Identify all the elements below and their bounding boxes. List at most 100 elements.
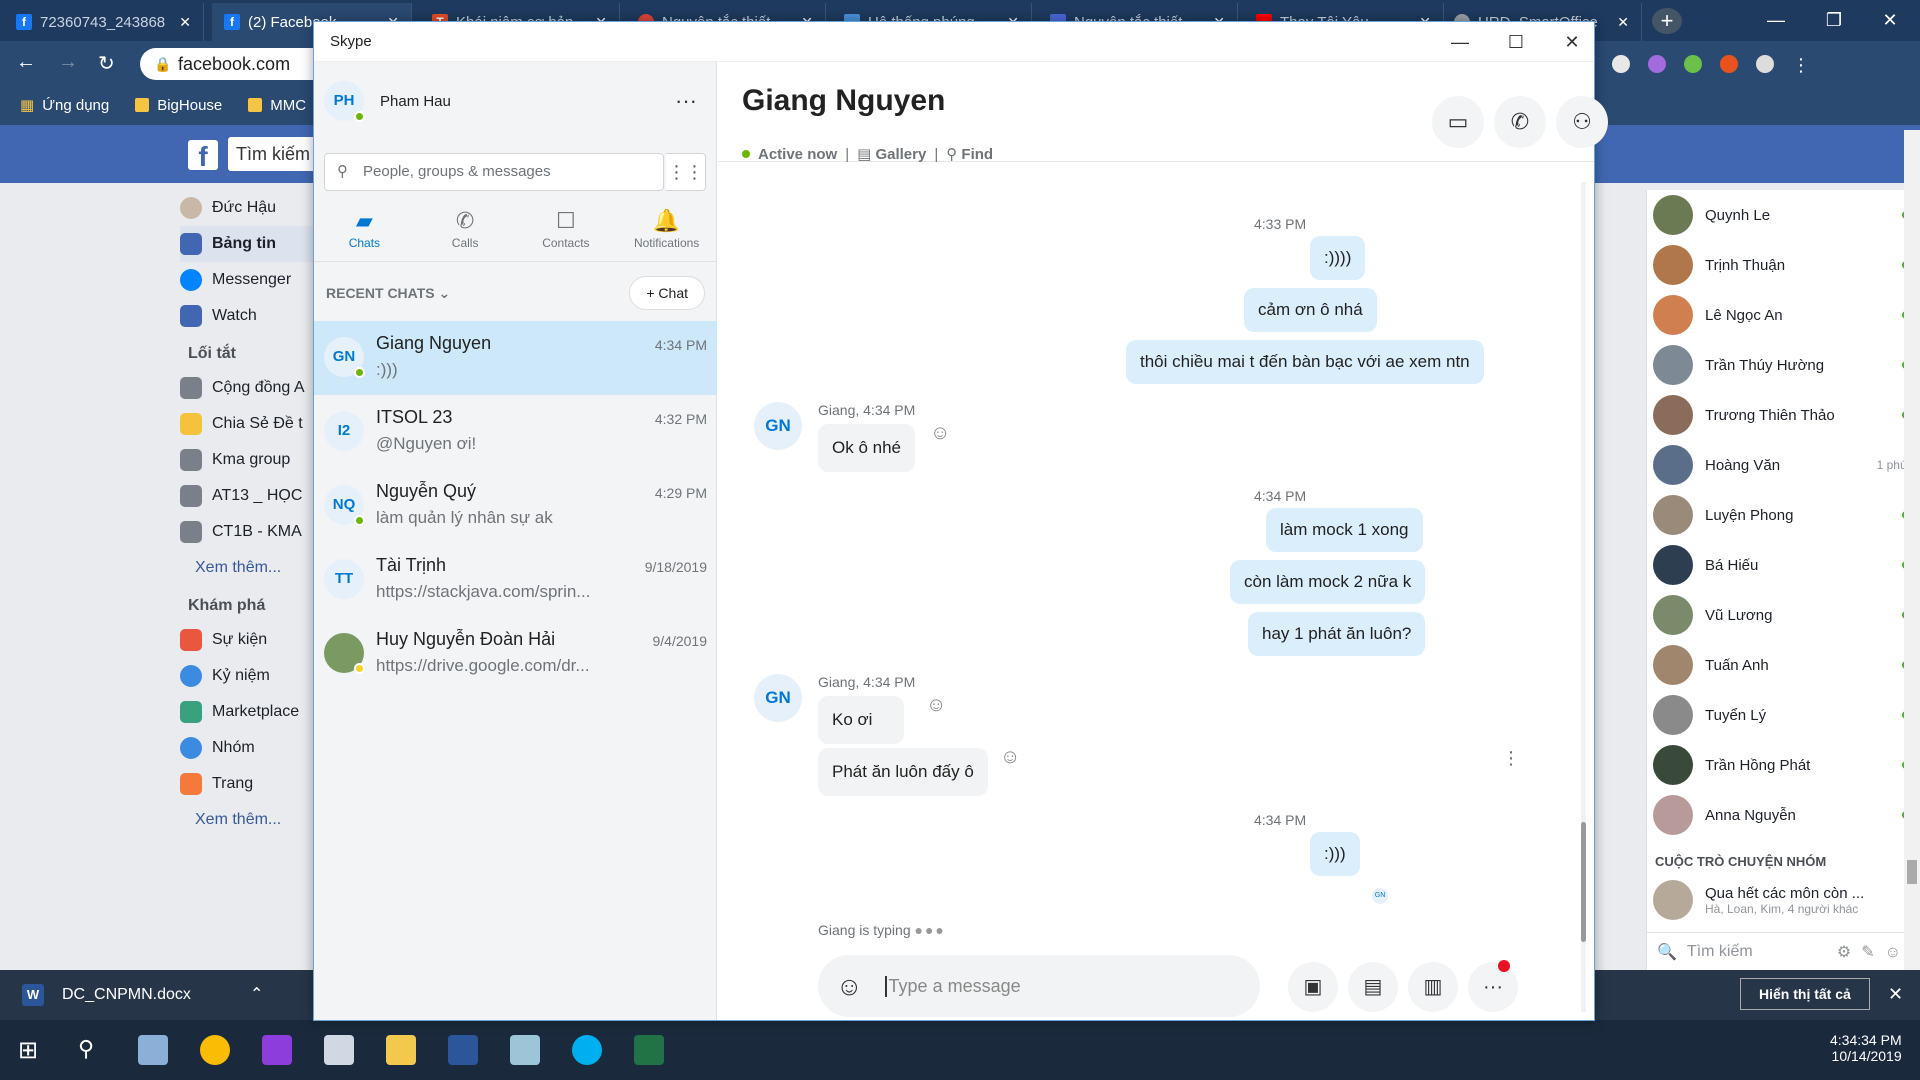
browser-tab[interactable]: f 72360743_243868 ✕ [4, 3, 204, 41]
chat-list-item[interactable]: TT Tài Trịnh https://stackjava.com/sprin.… [314, 543, 717, 617]
show-all-button[interactable]: Hiển thị tất cả [1740, 978, 1870, 1010]
close-window-button[interactable]: ✕ [1862, 0, 1918, 40]
send-media-button[interactable]: ▥ [1408, 962, 1458, 1012]
send-contact-button[interactable]: ▤ [1348, 962, 1398, 1012]
bookmark-bighouse[interactable]: BigHouse [135, 97, 222, 114]
emoji-reaction-icon[interactable]: ☺ [1000, 746, 1020, 769]
profile-avatar[interactable] [1756, 55, 1774, 73]
emoji-reaction-icon[interactable]: ☺ [930, 422, 950, 445]
chrome-taskbar-icon[interactable] [200, 1035, 230, 1065]
see-more-link[interactable]: Xem thêm... [180, 550, 315, 586]
minimize-button[interactable]: — [1432, 22, 1488, 62]
more-icon[interactable]: ··· [675, 88, 697, 114]
chat-list-item[interactable]: I2 ITSOL 23 @Nguyen ơi! 4:32 PM [314, 395, 717, 469]
close-icon[interactable]: ✕ [179, 14, 191, 31]
contact-item[interactable]: Lê Ngọc An [1647, 290, 1920, 340]
see-more-link[interactable]: Xem thêm... [180, 802, 315, 838]
forward-icon[interactable]: → [58, 51, 78, 74]
fb-user-item[interactable]: Đức Hậu [180, 190, 315, 226]
sent-message[interactable]: :))) [1310, 832, 1360, 876]
contact-item[interactable]: Vũ Lương [1647, 590, 1920, 640]
received-message[interactable]: Phát ăn luôn đấy ô [818, 748, 988, 796]
fb-explore-marketplace[interactable]: Marketplace [180, 694, 315, 730]
windows-start-icon[interactable]: ⊞ [18, 1036, 38, 1065]
page-scrollbar[interactable] [1904, 130, 1920, 970]
minimize-button[interactable]: — [1748, 0, 1804, 40]
received-message[interactable]: Ok ô nhé [818, 424, 915, 472]
chat-list-item[interactable]: Huy Nguyễn Đoàn Hải https://drive.google.… [314, 617, 717, 691]
close-window-button[interactable]: ✕ [1544, 22, 1600, 62]
contact-item[interactable]: Trương Thiên Thảo [1647, 390, 1920, 440]
sent-message[interactable]: hay 1 phát ăn luôn? [1248, 612, 1426, 656]
find-link[interactable]: ⚲ Find [946, 145, 993, 163]
scrollbar-thumb[interactable] [1581, 822, 1586, 942]
sent-message[interactable]: cảm ơn ô nhá [1244, 288, 1377, 332]
contact-item[interactable]: Trịnh Thuận [1647, 240, 1920, 290]
emoji-reaction-icon[interactable]: ☺ [926, 694, 946, 717]
contact-item[interactable]: Hoàng Văn 1 phút [1647, 440, 1920, 490]
audio-call-button[interactable]: ✆ [1494, 96, 1546, 148]
app-icon[interactable] [138, 1035, 168, 1065]
sent-message[interactable]: thôi chiều mai t đến bàn bạc với ae xem … [1126, 340, 1484, 384]
fb-shortcut[interactable]: AT13 _ HỌC [180, 478, 315, 514]
reload-icon[interactable]: ↻ [98, 51, 115, 76]
sent-message[interactable]: làm mock 1 xong [1266, 508, 1423, 552]
contact-item[interactable]: Anna Nguyễn [1647, 790, 1920, 840]
contact-item[interactable]: Quynh Le [1647, 190, 1920, 240]
close-icon[interactable]: ✕ [1617, 14, 1629, 31]
fb-nav-news-feed[interactable]: Bảng tin [180, 226, 315, 262]
fb-shortcut[interactable]: CT1B - KMA [180, 514, 315, 550]
add-people-button[interactable]: ⚇ [1556, 96, 1608, 148]
video-call-button[interactable]: ▭ [1432, 96, 1484, 148]
restore-button[interactable]: ❐ [1806, 0, 1862, 40]
intellij-taskbar-icon[interactable] [262, 1035, 292, 1065]
maximize-button[interactable]: ☐ [1488, 22, 1544, 62]
fb-nav-messenger[interactable]: Messenger [180, 262, 315, 298]
fb-explore-pages[interactable]: Trang [180, 766, 315, 802]
skype-taskbar-icon[interactable] [572, 1035, 602, 1065]
word-taskbar-icon[interactable] [448, 1035, 478, 1065]
app-icon[interactable] [324, 1035, 354, 1065]
fb-nav-watch[interactable]: Watch [180, 298, 315, 334]
new-chat-button[interactable]: + Chat [629, 276, 705, 310]
download-file[interactable]: DC_CNPMN.docx [62, 986, 191, 1004]
message-options-icon[interactable]: ⋮ [1502, 748, 1520, 769]
extension-icon[interactable] [1612, 55, 1630, 73]
chat-list-item[interactable]: NQ Nguyễn Quý làm quản lý nhân sự ak 4:29… [314, 469, 717, 543]
message-input[interactable]: Type a message [884, 975, 1021, 997]
message-composer[interactable]: ☺ Type a message [818, 955, 1260, 1017]
menu-icon[interactable]: ⋮ [1792, 55, 1810, 76]
received-message[interactable]: Ko ơi [818, 696, 905, 744]
extension-icon[interactable] [1648, 55, 1666, 73]
sent-message[interactable]: còn làm mock 2 nữa k [1230, 560, 1426, 604]
bookmark-apps[interactable]: ▦ Ứng dụng [20, 96, 109, 115]
tab-calls[interactable]: ✆ Calls [415, 202, 516, 261]
excel-taskbar-icon[interactable] [634, 1035, 664, 1065]
fb-shortcut[interactable]: Kma group [180, 442, 315, 478]
contact-item[interactable]: Trần Hồng Phát [1647, 740, 1920, 790]
emoji-icon[interactable]: ☺ [836, 971, 863, 1002]
tab-contacts[interactable]: ☐ Contacts [516, 202, 617, 261]
extension-icon[interactable] [1720, 55, 1738, 73]
contact-item[interactable]: Bá Hiếu [1647, 540, 1920, 590]
bookmark-mmc[interactable]: MMC [248, 97, 306, 114]
tab-chats[interactable]: ▰ Chats [314, 202, 415, 261]
new-tab-button[interactable]: + [1652, 8, 1682, 34]
file-explorer-icon[interactable] [386, 1035, 416, 1065]
recent-chats-label[interactable]: RECENT CHATS ⌄ [326, 285, 450, 302]
contact-item[interactable]: Trần Thúy Hường [1647, 340, 1920, 390]
chat-search-bar[interactable]: 🔍 Tìm kiếm ⚙✎☺ [1647, 932, 1920, 970]
chat-list-item[interactable]: GN Giang Nguyen:))) 4:34 PM [314, 321, 717, 395]
fb-shortcut[interactable]: Cộng đồng A [180, 370, 315, 406]
contact-item[interactable]: Tuấn Anh [1647, 640, 1920, 690]
contact-item[interactable]: Tuyển Lý [1647, 690, 1920, 740]
contact-item[interactable]: Luyện Phong [1647, 490, 1920, 540]
group-chat-item[interactable]: Qua hết các môn còn ... Hà, Loan, Kim, 4… [1647, 877, 1920, 923]
gallery-link[interactable]: ▤ Gallery [857, 145, 926, 163]
fb-shortcut[interactable]: Chia Sẻ Đề t [180, 406, 315, 442]
fb-explore-groups[interactable]: Nhóm [180, 730, 315, 766]
app-icon[interactable] [510, 1035, 540, 1065]
chevron-up-icon[interactable]: ⌃ [250, 984, 263, 1004]
profile-header[interactable]: PH Pham Hau ··· [314, 62, 717, 140]
facebook-logo[interactable]: f [188, 140, 218, 172]
